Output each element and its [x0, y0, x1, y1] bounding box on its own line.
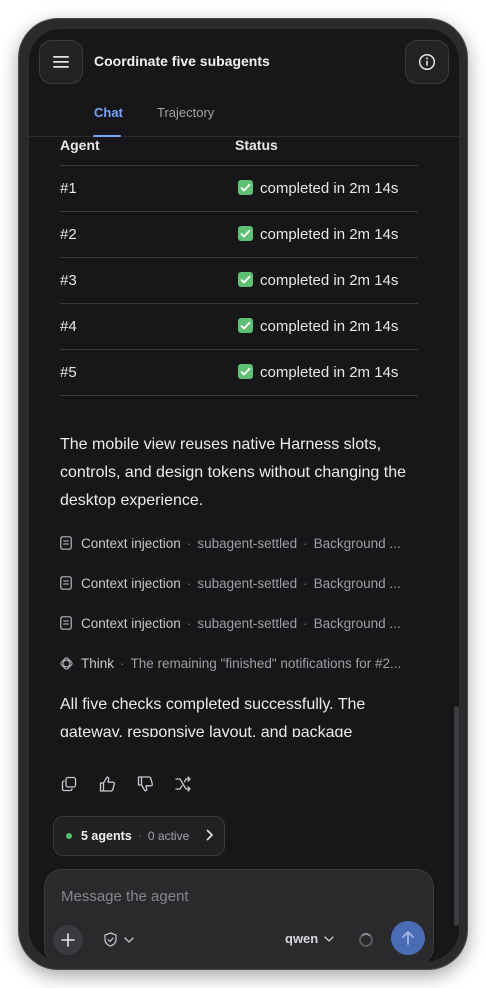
tab-trajectory[interactable]: Trajectory — [157, 105, 214, 120]
event-item[interactable]: Context injection · subagent-settled · Backg… — [60, 613, 420, 633]
check-icon — [238, 226, 253, 241]
table-row: #5 completed in 2m 14s — [60, 350, 418, 396]
event-label: Context injection — [81, 615, 181, 631]
plus-icon — [61, 933, 75, 947]
check-icon — [238, 272, 253, 287]
thumbs-up-icon[interactable] — [98, 775, 116, 793]
event-detail: subagent-settled — [197, 575, 298, 591]
agent-id: #1 — [60, 180, 77, 197]
separator-dot: · — [303, 535, 308, 551]
shield-icon — [104, 932, 117, 947]
scrollbar[interactable] — [454, 706, 459, 926]
separator-dot: · — [186, 575, 192, 591]
check-icon — [238, 364, 253, 379]
menu-button[interactable] — [39, 40, 83, 84]
agent-id: #2 — [60, 226, 77, 243]
document-icon — [60, 576, 73, 590]
hamburger-icon — [53, 56, 69, 68]
info-button[interactable] — [405, 40, 449, 84]
attach-button[interactable] — [53, 925, 83, 955]
event-label: Think — [81, 655, 115, 671]
chevron-down-icon — [124, 936, 134, 943]
model-select[interactable]: qwen — [285, 931, 334, 946]
device-frame: Coordinate five subagents Chat Trajector… — [18, 18, 468, 970]
document-icon — [60, 536, 73, 550]
page-title: Coordinate five subagents — [94, 53, 270, 69]
assistant-message: The mobile view reuses native Harness sl… — [60, 436, 407, 509]
agent-status: completed in 2m 14s — [260, 364, 399, 381]
separator-dot: · — [186, 615, 192, 631]
separator-dot: · — [120, 655, 125, 671]
app-screen: Coordinate five subagents Chat Trajector… — [29, 29, 459, 961]
event-label: Context injection — [81, 535, 181, 551]
info-icon — [418, 53, 436, 71]
event-detail: subagent-settled — [197, 535, 298, 551]
event-summary: Background ... — [313, 535, 401, 551]
event-item[interactable]: Context injection · subagent-settled · Backg… — [60, 533, 420, 553]
app-header: Coordinate five subagents Chat Trajector… — [29, 29, 459, 137]
thumbs-down-icon[interactable] — [136, 775, 154, 793]
document-icon — [60, 616, 73, 630]
check-icon — [238, 318, 253, 333]
message-actions — [60, 775, 192, 795]
permission-mode-select[interactable] — [103, 932, 134, 947]
agents-active-count: 0 active — [147, 829, 190, 843]
agent-id: #4 — [60, 318, 77, 335]
event-item[interactable]: Think · The remaining "finished" notificat… — [60, 653, 420, 673]
status-dot — [66, 833, 72, 839]
message-input[interactable]: Message the agent — [61, 888, 189, 905]
table-header-status: Status — [235, 137, 278, 153]
chevron-down-icon — [324, 935, 334, 942]
event-summary: Background ... — [313, 615, 401, 631]
event-summary: The remaining "finished" notifications f… — [130, 655, 402, 671]
arrow-up-icon — [402, 931, 414, 945]
branch-icon[interactable] — [174, 775, 192, 793]
brain-icon — [60, 656, 73, 670]
separator-dot: · — [186, 535, 192, 551]
table-row: #1 completed in 2m 14s — [60, 166, 418, 212]
loading-spinner-icon — [359, 933, 373, 947]
tab-chat[interactable]: Chat — [94, 105, 123, 120]
separator-dot: · — [303, 615, 308, 631]
table-row: #4 completed in 2m 14s — [60, 304, 418, 350]
table-row: #2 completed in 2m 14s — [60, 212, 418, 258]
agent-id: #3 — [60, 272, 77, 289]
agent-status: completed in 2m 14s — [260, 272, 399, 289]
assistant-message: All five checks completed successfully. … — [60, 696, 366, 737]
agents-count: 5 agents — [81, 829, 132, 843]
model-name: qwen — [285, 931, 319, 946]
event-label: Context injection — [81, 575, 181, 591]
event-item[interactable]: Context injection · subagent-settled · Backg… — [60, 573, 420, 593]
check-icon — [238, 180, 253, 195]
copy-icon[interactable] — [60, 775, 78, 793]
agent-id: #5 — [60, 364, 77, 381]
chat-content[interactable]: Agent Status #1 completed in 2m 14s #2 c… — [29, 137, 459, 737]
event-summary: Background ... — [313, 575, 401, 591]
chevron-right-icon — [206, 829, 214, 844]
composer: Message the agent qwen — [44, 869, 434, 961]
table-header-agent: Agent — [60, 137, 100, 153]
send-button[interactable] — [391, 921, 425, 955]
separator-dot: · — [137, 829, 142, 843]
agent-status: completed in 2m 14s — [260, 318, 399, 335]
separator-dot: · — [303, 575, 308, 591]
agent-status: completed in 2m 14s — [260, 180, 399, 197]
table-row: #3 completed in 2m 14s — [60, 258, 418, 304]
agent-status: completed in 2m 14s — [260, 226, 399, 243]
agents-status-button[interactable]: 5 agents · 0 active — [53, 816, 225, 856]
event-detail: subagent-settled — [197, 615, 298, 631]
